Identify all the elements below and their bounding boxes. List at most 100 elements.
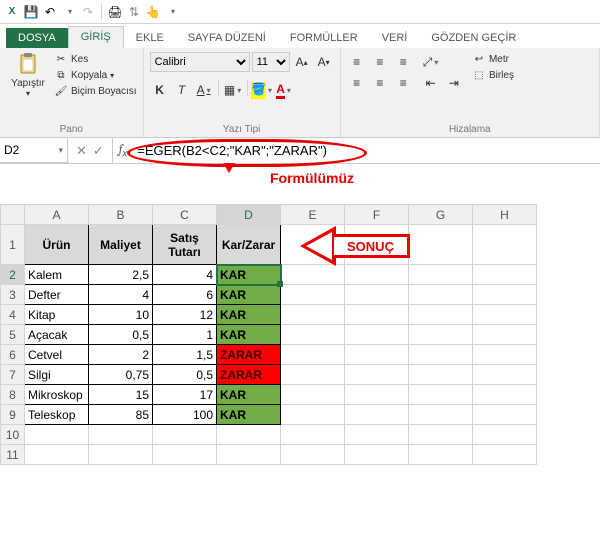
cell[interactable]: [473, 305, 537, 325]
cell[interactable]: [281, 265, 345, 285]
tab-formulas[interactable]: FORMÜLLER: [278, 28, 370, 48]
fill-handle[interactable]: [277, 281, 283, 287]
cell-c8[interactable]: 17: [153, 385, 217, 405]
increase-indent-button[interactable]: ⇥: [444, 73, 464, 93]
cell-a3[interactable]: Defter: [25, 285, 89, 305]
cell-c9[interactable]: 100: [153, 405, 217, 425]
row-header-4[interactable]: 4: [1, 305, 25, 325]
tab-home[interactable]: GİRİŞ: [68, 26, 124, 48]
cell-c2[interactable]: 4: [153, 265, 217, 285]
grid-table[interactable]: A B C D E F G H 1 Ürün Maliyet Satış Tut…: [0, 204, 537, 465]
cell[interactable]: [281, 385, 345, 405]
enter-formula-button[interactable]: ✓: [93, 143, 104, 159]
cell[interactable]: [409, 265, 473, 285]
paste-button[interactable]: Yapıştır ▾: [6, 52, 50, 98]
cell[interactable]: [345, 345, 409, 365]
cell-d9[interactable]: KAR: [217, 405, 281, 425]
align-right-button[interactable]: ≡: [393, 73, 413, 93]
cell-b5[interactable]: 0,5: [89, 325, 153, 345]
row-header-7[interactable]: 7: [1, 365, 25, 385]
font-color-button[interactable]: A: [274, 80, 294, 100]
align-left-button[interactable]: ≡: [347, 73, 367, 93]
col-header-b[interactable]: B: [89, 205, 153, 225]
orientation-button[interactable]: ⤢: [421, 53, 441, 73]
cell-d3[interactable]: KAR: [217, 285, 281, 305]
cell-a6[interactable]: Cetvel: [25, 345, 89, 365]
fx-icon[interactable]: fx: [113, 142, 133, 159]
cell-a5[interactable]: Açacak: [25, 325, 89, 345]
col-header-g[interactable]: G: [409, 205, 473, 225]
font-size-select[interactable]: 11: [252, 52, 290, 72]
cell-c3[interactable]: 6: [153, 285, 217, 305]
cell[interactable]: [473, 285, 537, 305]
cell-b7[interactable]: 0,75: [89, 365, 153, 385]
row-header-3[interactable]: 3: [1, 285, 25, 305]
header-urun[interactable]: Ürün: [25, 225, 89, 265]
redo-icon[interactable]: ↷: [80, 4, 96, 20]
cell[interactable]: [409, 325, 473, 345]
cell-b3[interactable]: 4: [89, 285, 153, 305]
align-bottom-button[interactable]: ≡: [393, 52, 413, 72]
cell[interactable]: [345, 305, 409, 325]
cell[interactable]: [409, 405, 473, 425]
col-header-e[interactable]: E: [281, 205, 345, 225]
cell-a8[interactable]: Mikroskop: [25, 385, 89, 405]
cell-d2[interactable]: KAR: [217, 265, 281, 285]
row-header-11[interactable]: 11: [1, 445, 25, 465]
cell-d8[interactable]: KAR: [217, 385, 281, 405]
merge-button[interactable]: ⬚ Birleş: [472, 68, 514, 82]
cell[interactable]: [473, 385, 537, 405]
formula-input[interactable]: =EĞER(B2<C2;"KAR";"ZARAR"): [133, 143, 600, 159]
cell[interactable]: [473, 225, 537, 265]
cell[interactable]: [409, 385, 473, 405]
cell[interactable]: [473, 325, 537, 345]
undo-dropdown[interactable]: [61, 4, 77, 20]
undo-icon[interactable]: ↶: [42, 4, 58, 20]
cell[interactable]: [473, 365, 537, 385]
cell-d5[interactable]: KAR: [217, 325, 281, 345]
col-header-h[interactable]: H: [473, 205, 537, 225]
cell-c4[interactable]: 12: [153, 305, 217, 325]
row-header-9[interactable]: 9: [1, 405, 25, 425]
cell[interactable]: [409, 285, 473, 305]
tab-file[interactable]: DOSYA: [6, 28, 68, 48]
col-header-c[interactable]: C: [153, 205, 217, 225]
cell[interactable]: [345, 285, 409, 305]
cut-button[interactable]: ✂ Kes: [54, 52, 137, 66]
cell-a4[interactable]: Kitap: [25, 305, 89, 325]
cell[interactable]: [473, 265, 537, 285]
shrink-font-button[interactable]: A▾: [314, 52, 334, 72]
copy-button[interactable]: ⧉ Kopyala ▾: [54, 68, 137, 82]
cell[interactable]: [345, 265, 409, 285]
cell[interactable]: [345, 365, 409, 385]
cell-b8[interactable]: 15: [89, 385, 153, 405]
cell-d7[interactable]: ZARAR: [217, 365, 281, 385]
cell[interactable]: [345, 385, 409, 405]
cell[interactable]: [473, 345, 537, 365]
print-preview-icon[interactable]: 🖨: [107, 4, 123, 20]
sort-icon[interactable]: ⇅: [126, 4, 142, 20]
touch-mode-icon[interactable]: 👆: [145, 4, 161, 20]
cell[interactable]: [409, 365, 473, 385]
row-header-10[interactable]: 10: [1, 425, 25, 445]
qat-customize[interactable]: [164, 4, 180, 20]
cell[interactable]: [409, 225, 473, 265]
cell-b4[interactable]: 10: [89, 305, 153, 325]
font-name-select[interactable]: Calibri: [150, 52, 250, 72]
tab-review[interactable]: GÖZDEN GEÇİR: [419, 28, 528, 48]
format-painter-button[interactable]: 🖌 Biçim Boyacısı: [54, 84, 137, 98]
align-center-button[interactable]: ≡: [370, 73, 390, 93]
grow-font-button[interactable]: A▴: [292, 52, 312, 72]
cancel-formula-button[interactable]: ✕: [76, 143, 87, 159]
name-box[interactable]: D2 ▾: [0, 138, 68, 163]
cell-b6[interactable]: 2: [89, 345, 153, 365]
cell-c5[interactable]: 1: [153, 325, 217, 345]
cell-a9[interactable]: Teleskop: [25, 405, 89, 425]
cell[interactable]: [281, 325, 345, 345]
cell-a2[interactable]: Kalem: [25, 265, 89, 285]
decrease-indent-button[interactable]: ⇤: [421, 73, 441, 93]
cell[interactable]: [281, 365, 345, 385]
col-header-a[interactable]: A: [25, 205, 89, 225]
row-header-5[interactable]: 5: [1, 325, 25, 345]
cell[interactable]: [345, 325, 409, 345]
